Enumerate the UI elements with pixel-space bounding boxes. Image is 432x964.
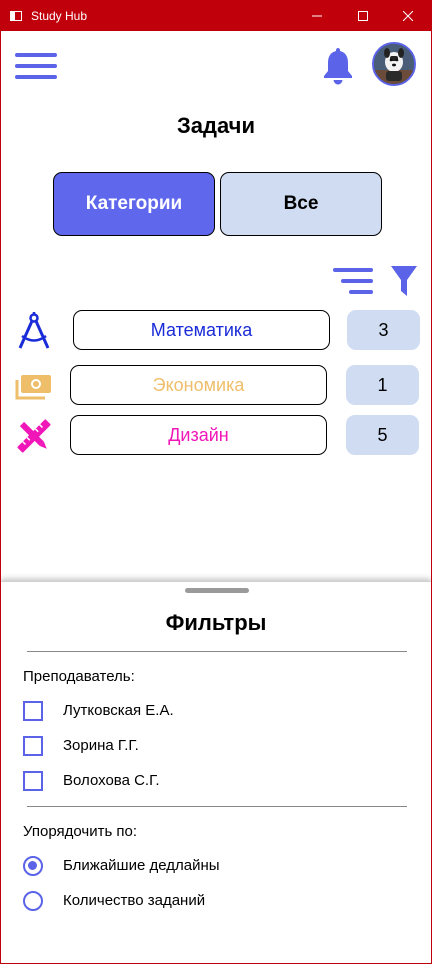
sort-option-label: Количество заданий [63,892,206,909]
maximize-button[interactable] [340,1,386,31]
app-icon [10,11,22,21]
category-name-economics[interactable]: Экономика [70,365,327,405]
money-icon [15,375,51,400]
app-window: Study Hub Задачи Категории Все Математик… [0,0,432,964]
tab-all[interactable]: Все [220,172,382,236]
title-bar[interactable]: Study Hub [1,1,431,31]
design-tools-icon [17,419,51,453]
radio-button-selected[interactable] [23,856,43,876]
avatar-image [374,44,414,84]
teacher-section-label: Преподаватель: [23,668,135,685]
filter-icon[interactable] [390,265,418,297]
bell-icon[interactable] [321,45,355,85]
sort-option-label: Ближайшие дедлайны [63,857,220,874]
page-title: Задачи [177,113,255,138]
filters-title: Фильтры [165,610,267,635]
category-row-design[interactable]: Дизайн 5 [1,413,431,457]
filters-bottom-sheet: Фильтры Преподаватель: Лутковская Е.А. З… [1,581,431,963]
category-count-design: 5 [346,415,419,455]
close-icon [403,11,413,21]
radio-button[interactable] [23,891,43,911]
category-name-math[interactable]: Математика [73,310,330,350]
category-count-economics: 1 [346,365,419,405]
sort-icon[interactable] [333,266,373,296]
hamburger-menu-icon[interactable] [15,53,57,79]
compass-icon [18,312,50,349]
category-row-math[interactable]: Математика 3 [1,308,431,352]
category-count-math: 3 [347,310,420,350]
checkbox[interactable] [23,701,43,721]
maximize-icon [358,11,368,21]
tab-categories[interactable]: Категории [53,172,215,236]
divider [27,651,407,652]
user-avatar[interactable] [372,42,416,86]
category-row-economics[interactable]: Экономика 1 [1,363,431,407]
category-name-design[interactable]: Дизайн [70,415,327,455]
window-title: Study Hub [31,9,88,23]
checkbox[interactable] [23,771,43,791]
close-button[interactable] [385,1,431,31]
minimize-icon [312,15,322,17]
minimize-button[interactable] [294,1,340,31]
teacher-name: Лутковская Е.А. [63,702,174,719]
checkbox[interactable] [23,736,43,756]
sheet-drag-handle[interactable] [185,588,249,593]
sort-section-label: Упорядочить по: [23,823,138,840]
teacher-name: Волохова С.Г. [63,772,160,789]
teacher-name: Зорина Г.Г. [63,737,139,754]
divider [27,806,407,807]
